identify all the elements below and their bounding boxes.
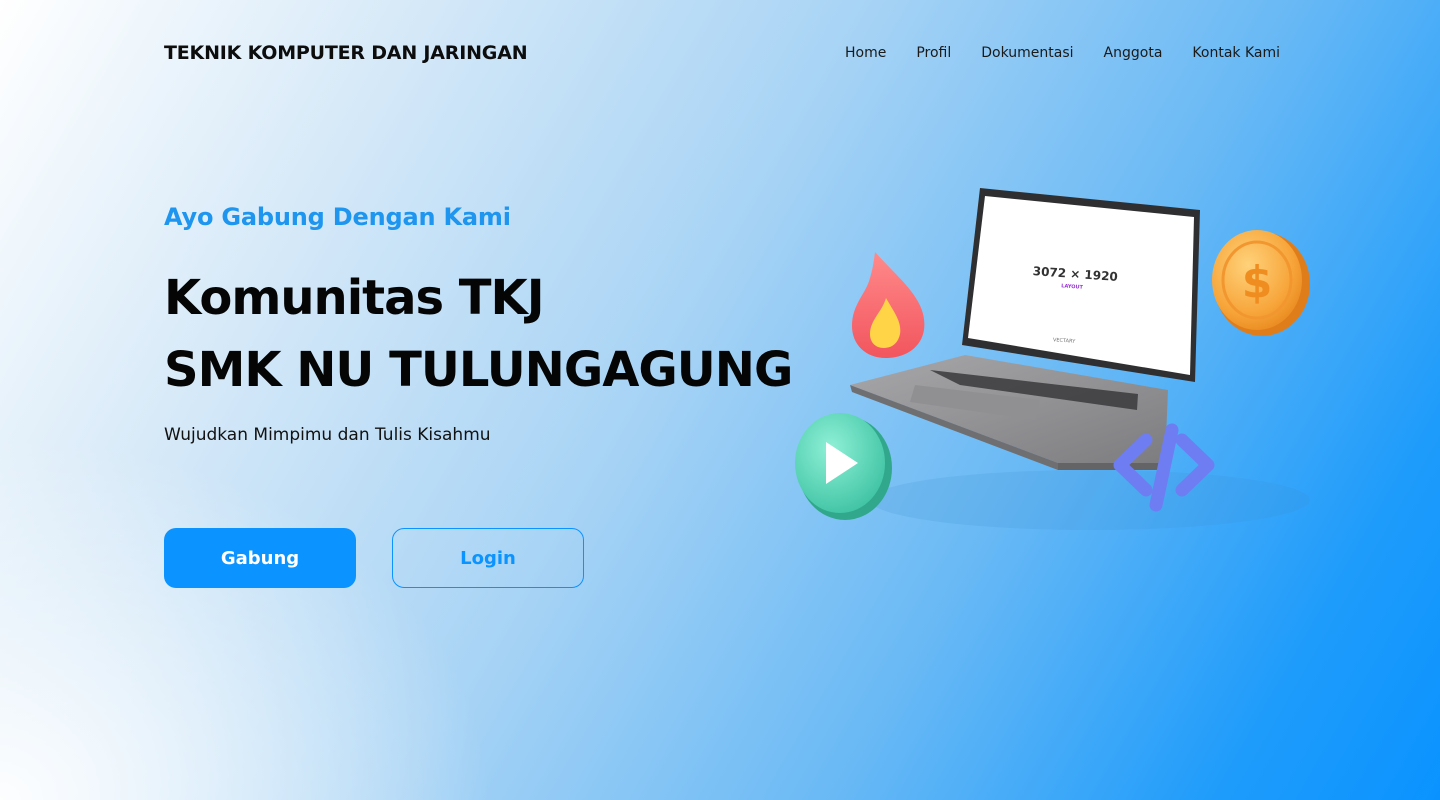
nav-item-kontak: Kontak Kami [1192, 42, 1280, 61]
nav-item-profil: Profil [916, 42, 951, 61]
hero-title-line-1: Komunitas TKJ [164, 270, 545, 326]
nav-item-dokumentasi: Dokumentasi [981, 42, 1073, 61]
nav-link-home[interactable]: Home [845, 45, 886, 61]
laptop-shadow [870, 470, 1310, 530]
nav-item-home: Home [845, 42, 886, 61]
fire-icon [852, 252, 925, 358]
login-button[interactable]: Login [392, 528, 584, 588]
nav-link-anggota[interactable]: Anggota [1104, 45, 1163, 61]
main-nav: Home Profil Dokumentasi Anggota Kontak K… [845, 42, 1280, 61]
hero-illustration: 3072 × 1920 LAYOUT VECTARY $ [795, 188, 1310, 530]
hero-title: Komunitas TKJ SMK NU TULUNGAGUNG [164, 262, 793, 406]
brand-title[interactable]: TEKNIK KOMPUTER DAN JARINGAN [164, 42, 528, 64]
hero-eyebrow: Ayo Gabung Dengan Kami [164, 203, 511, 231]
hero-subtitle: Wujudkan Mimpimu dan Tulis Kisahmu [164, 425, 491, 445]
gabung-button[interactable]: Gabung [164, 528, 356, 588]
hero-title-line-2: SMK NU TULUNGAGUNG [164, 342, 793, 398]
svg-text:$: $ [1242, 257, 1273, 308]
play-icon [795, 413, 892, 520]
dollar-coin-icon: $ [1212, 230, 1310, 336]
nav-link-dokumentasi[interactable]: Dokumentasi [981, 45, 1073, 61]
nav-item-anggota: Anggota [1104, 42, 1163, 61]
nav-link-kontak-kami[interactable]: Kontak Kami [1192, 45, 1280, 61]
nav-link-profil[interactable]: Profil [916, 45, 951, 61]
